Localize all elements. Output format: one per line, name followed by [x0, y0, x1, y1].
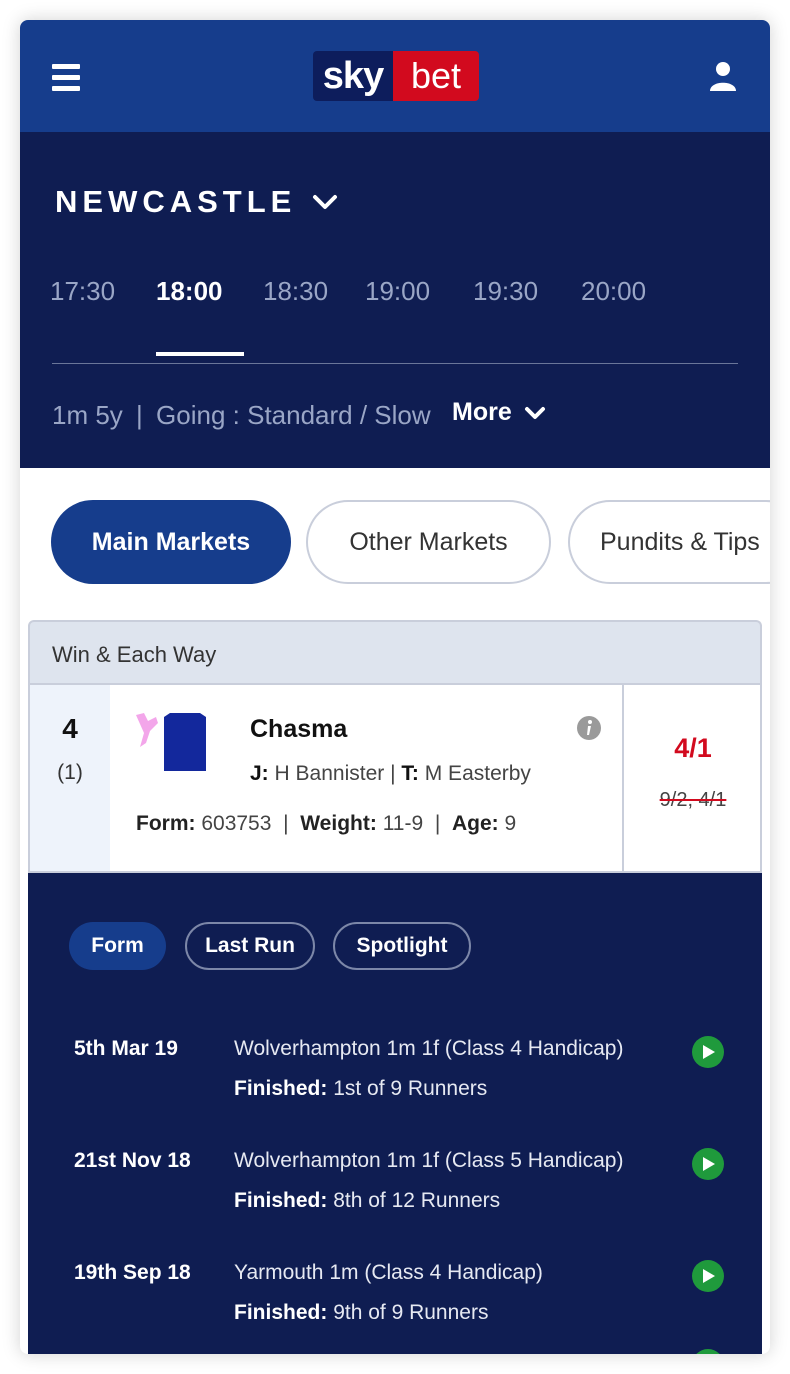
tab-last-run[interactable]: Last Run [185, 922, 315, 970]
form-row-finish: Finished: 1st of 9 Runners [234, 1077, 487, 1101]
finished-label: Finished: [234, 1077, 328, 1100]
age-value: 9 [504, 812, 517, 835]
header-divider [52, 363, 738, 364]
jockey-label: J: [250, 762, 269, 785]
form-row-race: Wolverhampton 1m 1f (Class 4 Handicap) [234, 1037, 624, 1060]
form-row: 5th Mar 19 Wolverhampton 1m 1f (Class 4 … [28, 1036, 762, 1127]
race-info: 1m 5y | Going : Standard / Slow [52, 400, 431, 431]
account-icon[interactable] [708, 60, 738, 92]
play-replay-icon[interactable] [692, 1260, 724, 1292]
tab-form[interactable]: Form [69, 922, 166, 970]
runner-number-column: 4 (1) [30, 685, 110, 871]
play-replay-icon[interactable] [692, 1036, 724, 1068]
race-going: Going : Standard / Slow [156, 400, 431, 430]
race-header: NEWCASTLE 17:30 18:00 18:30 19:00 19:30 … [20, 132, 770, 468]
runner-row[interactable]: 4 (1) Chasma J: H Bannister | T: M Easte… [28, 683, 762, 873]
app-screen: sky bet NEWCASTLE 17:30 18:00 18:30 19:0… [20, 20, 770, 1354]
runner-draw: (1) [57, 761, 83, 784]
tab-other-markets[interactable]: Other Markets [306, 500, 551, 584]
info-icon[interactable] [576, 715, 602, 741]
form-row-race: Wolverhampton 1m 1f (Class 5 Handicap) [234, 1149, 624, 1172]
form-value: 603753 [201, 812, 272, 835]
tab-time-1800[interactable]: 18:00 [156, 276, 223, 307]
course-selector[interactable]: NEWCASTLE [55, 184, 338, 220]
jockey-name: H Bannister [274, 762, 385, 785]
tab-pundits-tips[interactable]: Pundits & Tips [568, 500, 770, 584]
previous-odds: 9/2, 4/1 [659, 789, 727, 811]
top-bar: sky bet [20, 20, 770, 132]
weight-value: 11-9 [382, 812, 424, 835]
form-row-date: 19th Sep 18 [74, 1261, 191, 1284]
finished-label: Finished: [234, 1301, 328, 1324]
tab-time-1830[interactable]: 18:30 [263, 276, 328, 307]
logo-sky: sky [313, 51, 393, 101]
trainer-label: T: [401, 762, 419, 785]
form-row-result: 8th of 12 Runners [333, 1189, 501, 1212]
play-replay-icon[interactable] [692, 1148, 724, 1180]
hamburger-menu-icon[interactable] [52, 64, 80, 94]
jockey-silks-icon [136, 713, 206, 771]
course-name: NEWCASTLE [55, 184, 297, 219]
tab-time-1730[interactable]: 17:30 [50, 276, 115, 307]
form-row-date: 21st Nov 18 [74, 1149, 191, 1172]
horse-name[interactable]: Chasma [250, 715, 347, 744]
form-row-result: 1st of 9 Runners [333, 1077, 488, 1100]
tab-spotlight[interactable]: Spotlight [333, 922, 471, 970]
form-row-race: Yarmouth 1m (Class 4 Handicap) [234, 1261, 543, 1284]
trainer-name: M Easterby [424, 762, 531, 785]
runner-number: 4 [62, 713, 78, 744]
form-row-date: 5th Mar 19 [74, 1037, 178, 1060]
form-row: 21st Nov 18 Wolverhampton 1m 1f (Class 5… [28, 1148, 762, 1239]
age-label: Age: [451, 812, 499, 835]
logo-bet: bet [393, 51, 479, 101]
finished-label: Finished: [234, 1189, 328, 1212]
form-panel: Form Last Run Spotlight 5th Mar 19 Wolve… [28, 873, 762, 1354]
more-button[interactable]: More [452, 398, 546, 427]
jockey-trainer: J: H Bannister | T: M Easterby [250, 762, 531, 785]
market-header: Win & Each Way [28, 620, 762, 684]
tab-time-2000[interactable]: 20:00 [581, 276, 646, 307]
race-distance: 1m 5y [52, 400, 123, 430]
runner-stats: Form: 603753 | Weight: 11-9 | Age: 9 [136, 812, 517, 835]
more-label: More [452, 398, 512, 426]
odds-button[interactable]: 4/1 9/2, 4/1 [622, 685, 762, 871]
chevron-down-icon [524, 406, 545, 419]
chevron-down-icon [313, 195, 338, 209]
form-row-finish: Finished: 9th of 9 Runners [234, 1301, 488, 1325]
info-separator: | [136, 400, 143, 430]
active-time-indicator [156, 352, 244, 356]
tab-main-markets[interactable]: Main Markets [51, 500, 291, 584]
form-row: 19th Sep 18 Yarmouth 1m (Class 4 Handica… [28, 1260, 762, 1351]
form-row-finish: Finished: 8th of 12 Runners [234, 1189, 500, 1213]
skybet-logo[interactable]: sky bet [313, 51, 479, 101]
weight-label: Weight: [300, 812, 377, 835]
tab-time-1930[interactable]: 19:30 [473, 276, 538, 307]
current-odds: 4/1 [674, 733, 712, 763]
form-label: Form: [136, 812, 196, 835]
form-row-result: 9th of 9 Runners [333, 1301, 489, 1324]
market-title: Win & Each Way [52, 642, 217, 667]
tab-time-1900[interactable]: 19:00 [365, 276, 430, 307]
